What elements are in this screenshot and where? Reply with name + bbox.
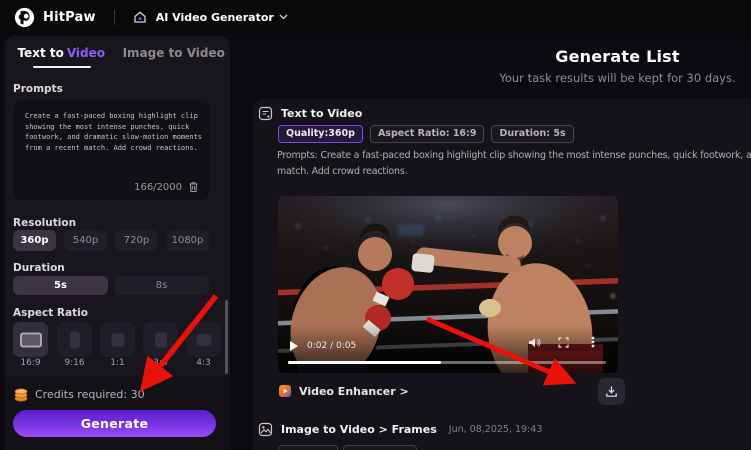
tab-label-prefix: Text to [17, 46, 64, 60]
card-date: Jun, 08,2025, 19:43 [448, 424, 543, 435]
kebab-menu-icon[interactable] [591, 333, 595, 352]
result-card-image-to-video: Image to Video > Frames Jun, 08,2025, 19… [253, 412, 751, 450]
prompt-input[interactable]: Create a fast-paced boxing highlight cli… [13, 100, 209, 200]
result-card-text-to-video: Text to Video Quality:360p Aspect Ratio:… [253, 98, 751, 428]
char-counter: 166/2000 [134, 181, 182, 193]
chevron-down-icon[interactable] [279, 14, 288, 20]
tab-label-accent: Video [66, 46, 106, 60]
play-icon[interactable] [290, 341, 298, 351]
badge-quality: Quality:360p [278, 125, 363, 143]
aspect-tile-9-16[interactable] [57, 322, 92, 357]
trash-icon[interactable] [188, 181, 199, 193]
video-player[interactable]: 0:02 / 0:05 [278, 196, 618, 373]
credits-required-text: Credits required: 30 [35, 388, 145, 401]
download-icon [606, 386, 617, 397]
tab-image-to-video[interactable]: Image to Video [118, 36, 231, 68]
generate-list-title: Generate List [555, 47, 680, 66]
duration-option-5s[interactable]: 5s [13, 276, 108, 295]
resolution-option-360p[interactable]: 360p [13, 230, 56, 251]
aspect-label-4-3: 4:3 [196, 358, 211, 365]
badge-duration: Duration: 5s [491, 125, 574, 143]
prompt-input-value: Create a fast-paced boxing highlight cli… [25, 112, 203, 152]
aspect-tile-3-4[interactable] [143, 322, 178, 357]
card-title: Image to Video > Frames [281, 423, 437, 436]
coins-icon [13, 387, 29, 402]
app-title[interactable]: AI Video Generator [156, 11, 274, 24]
card-prompt-line1: Prompts: Create a fast-paced boxing high… [277, 150, 751, 161]
resolution-option-720p[interactable]: 720p [115, 230, 158, 251]
prompts-label: Prompts [13, 83, 63, 95]
badge-partial-2 [343, 445, 417, 450]
aspect-tile-4-3[interactable] [186, 322, 221, 357]
volume-icon[interactable] [528, 333, 541, 352]
generator-panel: Text to Video Image to Video Prompts Crea… [5, 36, 230, 450]
topbar-divider [113, 9, 115, 25]
aspect-ratio-label: Aspect Ratio [13, 307, 88, 319]
download-button[interactable] [598, 378, 625, 405]
card-prompt-line2: match. Add crowd reactions. [277, 166, 408, 177]
video-progress-fill [288, 361, 441, 364]
image-to-video-icon [258, 422, 273, 437]
aspect-tile-1-1[interactable] [100, 322, 135, 357]
home-icon[interactable] [133, 10, 147, 24]
tab-text-to-video[interactable]: Text to Video [5, 36, 118, 68]
aspect-label-16-9: 16:9 [20, 358, 41, 365]
generate-button[interactable]: Generate [13, 410, 216, 437]
resolution-label: Resolution [13, 217, 77, 229]
resolution-option-540p[interactable]: 540p [64, 230, 107, 251]
panel-scrollbar[interactable] [225, 300, 228, 374]
card-title: Text to Video [281, 107, 363, 120]
resolution-option-1080p[interactable]: 1080p [166, 230, 209, 251]
aspect-label-1-1: 1:1 [110, 358, 125, 365]
video-time: 0:02 / 0:05 [307, 341, 357, 351]
hitpaw-logo-icon [14, 7, 35, 28]
video-enhancer-icon [278, 384, 292, 398]
active-tab-underline [33, 66, 91, 68]
video-enhancer-label: Video Enhancer > [299, 384, 409, 398]
duration-label: Duration [13, 262, 65, 274]
badge-partial-1 [278, 445, 338, 450]
brand-name: HitPaw [43, 9, 96, 25]
mode-tabs: Text to Video Image to Video [5, 36, 230, 68]
video-enhancer-link[interactable]: Video Enhancer > [278, 384, 409, 398]
app-window: HitPaw AI Video Generator Text to Video I… [0, 0, 751, 450]
text-to-video-icon [258, 106, 273, 121]
fullscreen-icon[interactable] [558, 333, 569, 352]
aspect-label-3-4: 3:4 [153, 358, 168, 365]
aspect-tile-16-9[interactable] [13, 322, 48, 357]
top-bar: HitPaw AI Video Generator [0, 0, 751, 34]
video-progress-bar[interactable] [288, 361, 606, 364]
aspect-label-9-16: 9:16 [64, 358, 85, 365]
badge-aspect-ratio: Aspect Ratio: 16:9 [369, 125, 485, 143]
duration-option-8s[interactable]: 8s [114, 276, 209, 295]
generate-list-subtitle: Your task results will be kept for 30 da… [499, 71, 736, 85]
